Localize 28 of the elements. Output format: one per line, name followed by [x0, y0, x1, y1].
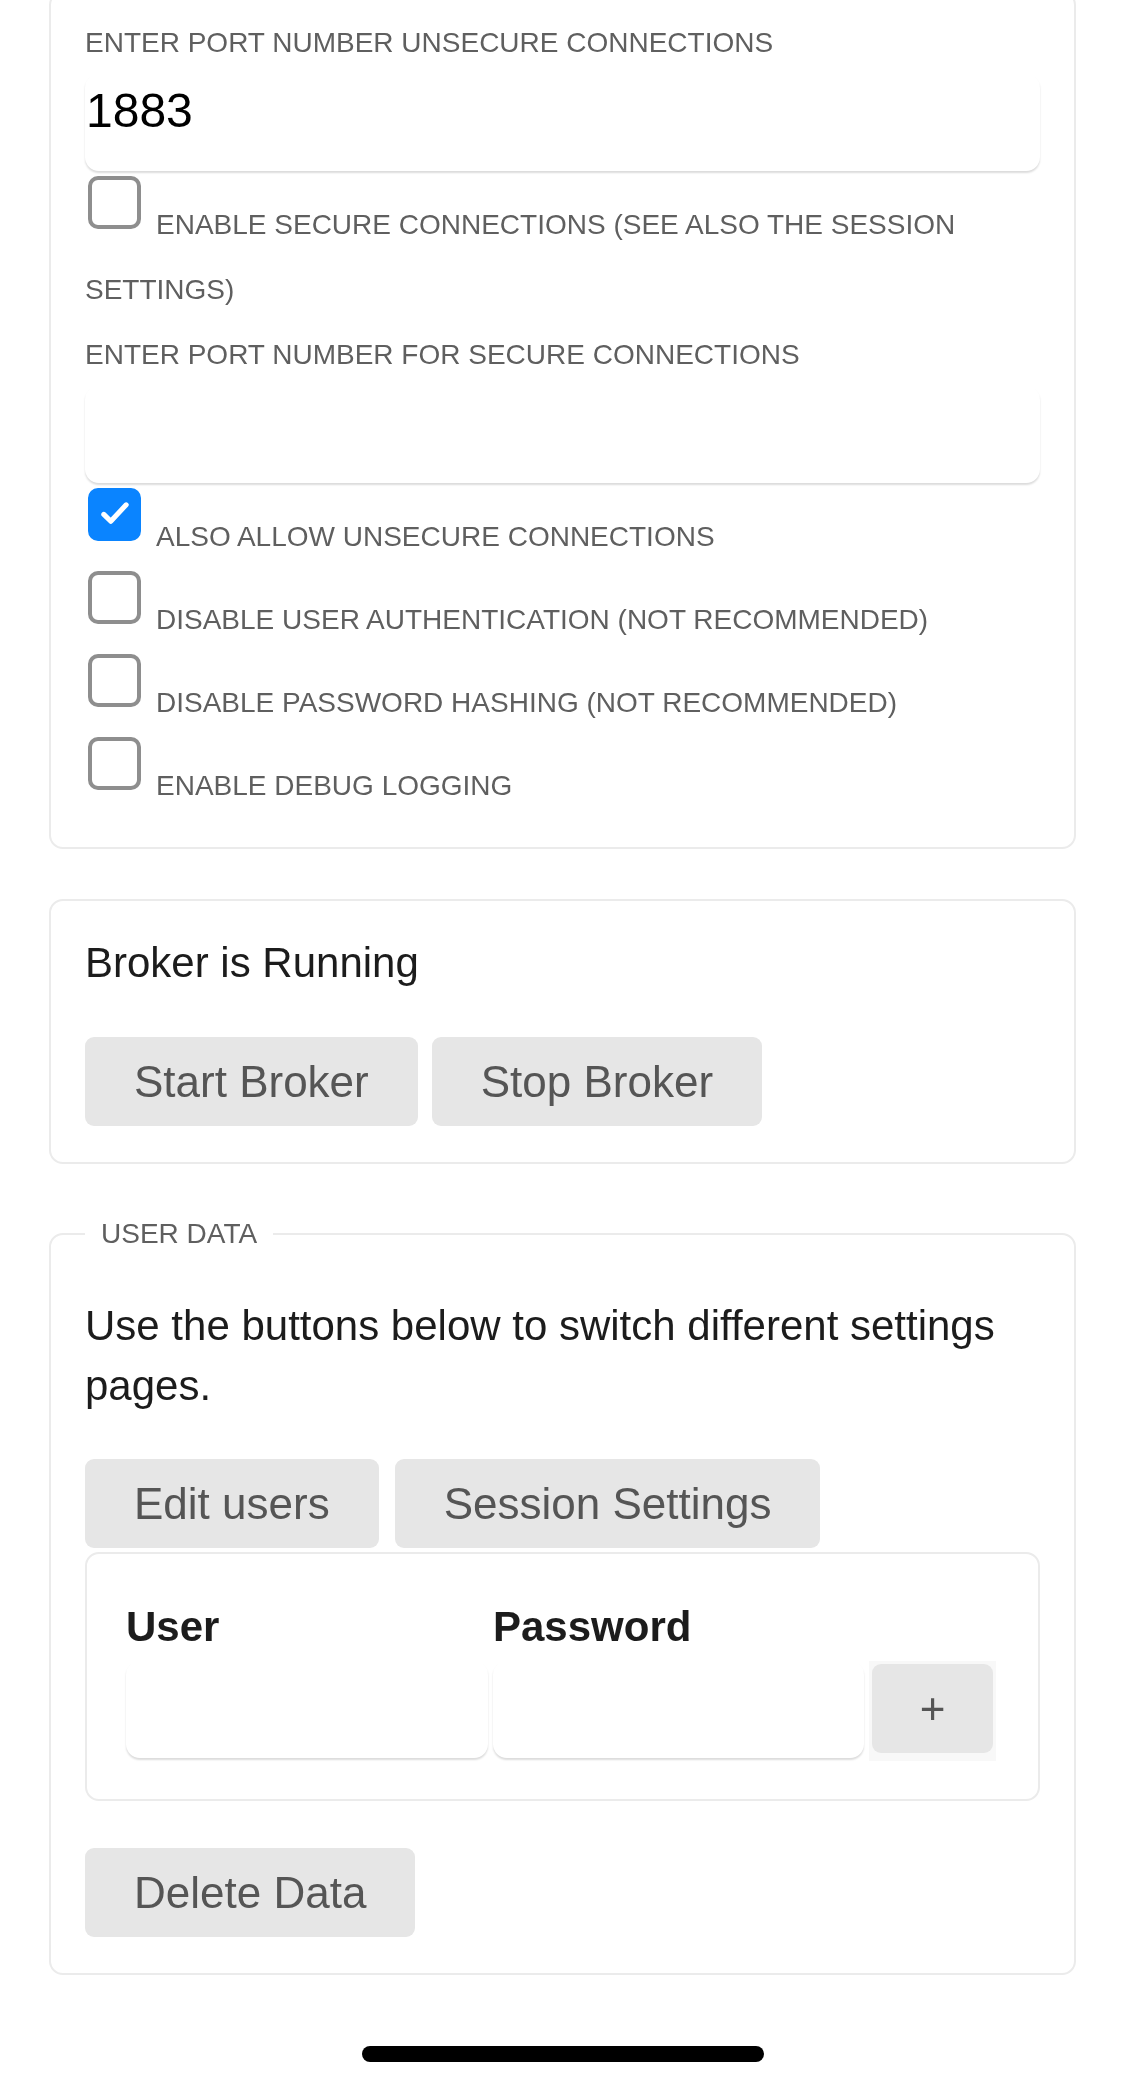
field-label: ENTER PORT NUMBER UNSECURE CONNECTIONS: [85, 27, 775, 59]
port-input-field[interactable]: 1883: [85, 74, 1040, 171]
checkbox-label: ENABLE DEBUG LOGGING: [156, 770, 513, 801]
checkbox[interactable]: [88, 488, 141, 541]
checkbox-label: DISABLE USER AUTHENTICATION (NOT RECOMMENDED): [156, 604, 929, 635]
status-text: Broker is Running: [85, 938, 420, 988]
checkbox-label: ALSO ALLOW UNSECURE CONNECTIONS: [156, 521, 715, 552]
checkmark-icon: [100, 502, 129, 524]
field-label: ENTER PORT NUMBER FOR SECURE CONNECTIONS: [85, 339, 801, 371]
port-input-field[interactable]: [85, 386, 1040, 483]
checkbox[interactable]: [88, 654, 141, 707]
column-header: Password: [493, 1602, 693, 1652]
stop-broker-button[interactable]: Stop Broker: [431, 1037, 763, 1126]
add-button[interactable]: +: [872, 1664, 993, 1753]
column-header: User: [126, 1602, 221, 1652]
delete-data-button[interactable]: Delete Data: [85, 1848, 416, 1937]
user-input-field[interactable]: [126, 1661, 488, 1758]
session-settings-button[interactable]: Session Settings: [394, 1459, 821, 1548]
start-broker-button[interactable]: Start Broker: [85, 1037, 418, 1126]
edit-users-button[interactable]: Edit users: [85, 1459, 379, 1548]
password-input-field[interactable]: [493, 1661, 864, 1758]
checkbox[interactable]: [88, 571, 141, 624]
checkbox-label: DISABLE PASSWORD HASHING (NOT RECOMMENDED): [156, 687, 898, 718]
checkbox-label: ENABLE SECURE CONNECTIONS (SEE ALSO THE SESSION SETTINGS): [85, 209, 956, 305]
description-text: Use the buttons below to switch different settings pages.: [85, 1301, 996, 1411]
checkbox[interactable]: [88, 737, 141, 790]
panel-legend: USER DATA: [85, 1218, 274, 1250]
checkbox[interactable]: [88, 176, 141, 229]
